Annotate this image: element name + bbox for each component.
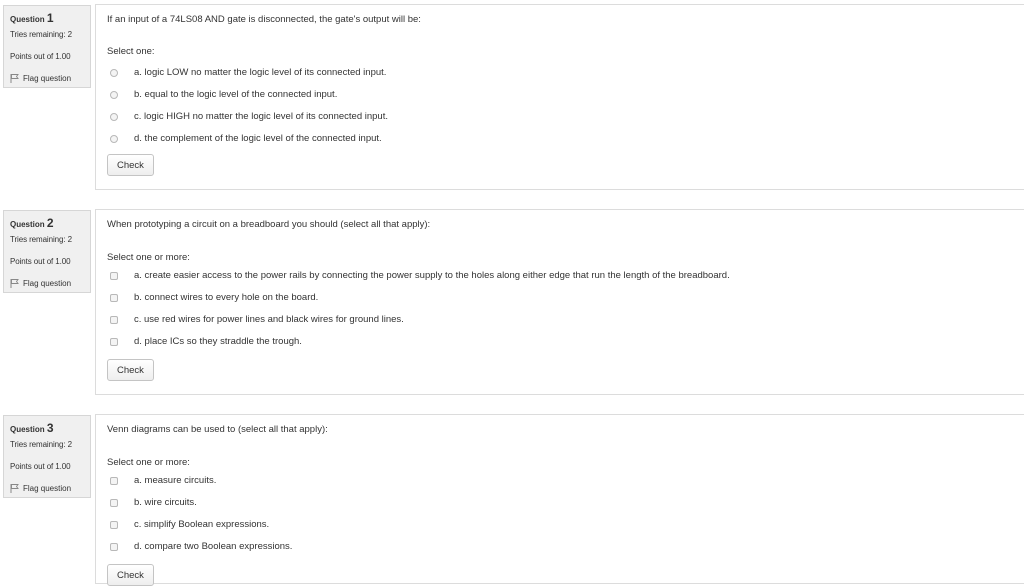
answer-prompt: Select one or more:: [107, 457, 190, 468]
question-text: When prototyping a circuit on a breadboa…: [107, 219, 431, 230]
checkbox[interactable]: [110, 520, 118, 529]
answer-label: a. create easier access to the power rai…: [134, 270, 730, 281]
answer-prompt: Select one or more:: [107, 252, 190, 263]
question-info-1: Question 1 Tries remaining: 2 Points out…: [3, 5, 91, 88]
question-number: Question 2: [10, 216, 54, 230]
answer-option-c[interactable]: c. logic HIGH no matter the logic level …: [110, 111, 388, 122]
answer-label: d. place ICs so they straddle the trough…: [134, 336, 302, 347]
answer-option-b[interactable]: b. wire circuits.: [110, 497, 197, 508]
answer-label: c. simplify Boolean expressions.: [134, 519, 270, 530]
flag-question-label: Flag question: [23, 279, 72, 288]
answer-option-d[interactable]: d. compare two Boolean expressions.: [110, 541, 292, 552]
question-number: Question 3: [10, 421, 54, 435]
check-button[interactable]: Check: [107, 564, 154, 586]
checkbox[interactable]: [110, 271, 118, 280]
answer-label: d. compare two Boolean expressions.: [134, 541, 293, 552]
answer-label: d. the complement of the logic level of …: [134, 133, 382, 144]
answer-label: c. logic HIGH no matter the logic level …: [134, 111, 388, 122]
flag-icon: [10, 484, 19, 493]
question-info-2: Question 2 Tries remaining: 2 Points out…: [3, 210, 91, 293]
check-button[interactable]: Check: [107, 154, 154, 176]
answer-option-d[interactable]: d. place ICs so they straddle the trough…: [110, 336, 302, 347]
answer-label: a. logic LOW no matter the logic level o…: [134, 67, 387, 78]
answer-label: a. measure circuits.: [134, 475, 217, 486]
question-content-2: When prototyping a circuit on a breadboa…: [95, 209, 1024, 395]
points-out-of: Points out of 1.00: [10, 52, 71, 61]
question-text: Venn diagrams can be used to (select all…: [107, 424, 328, 435]
flag-question-label: Flag question: [23, 74, 72, 83]
answer-option-d[interactable]: d. the complement of the logic level of …: [110, 133, 382, 144]
answer-label: c. use red wires for power lines and bla…: [134, 314, 404, 325]
question-info-3: Question 3 Tries remaining: 2 Points out…: [3, 415, 91, 498]
tries-remaining: Tries remaining: 2: [10, 30, 72, 39]
answer-label: b. connect wires to every hole on the bo…: [134, 292, 319, 303]
check-button[interactable]: Check: [107, 359, 154, 381]
answer-option-c[interactable]: c. simplify Boolean expressions.: [110, 519, 269, 530]
radio-button[interactable]: [110, 90, 118, 99]
points-out-of: Points out of 1.00: [10, 257, 71, 266]
checkbox[interactable]: [110, 293, 118, 302]
flag-question-button[interactable]: Flag question: [10, 279, 90, 288]
flag-icon: [10, 279, 19, 288]
answer-option-b[interactable]: b. equal to the logic level of the conne…: [110, 89, 337, 100]
flag-question-button[interactable]: Flag question: [10, 74, 90, 83]
answer-option-b[interactable]: b. connect wires to every hole on the bo…: [110, 292, 318, 303]
points-out-of: Points out of 1.00: [10, 462, 71, 471]
tries-remaining: Tries remaining: 2: [10, 235, 72, 244]
checkbox[interactable]: [110, 498, 118, 507]
checkbox[interactable]: [110, 315, 118, 324]
radio-button[interactable]: [110, 134, 118, 143]
flag-question-button[interactable]: Flag question: [10, 484, 90, 493]
radio-button[interactable]: [110, 112, 118, 121]
question-content-1: If an input of a 74LS08 AND gate is disc…: [95, 4, 1024, 190]
question-text: If an input of a 74LS08 AND gate is disc…: [107, 14, 421, 25]
tries-remaining: Tries remaining: 2: [10, 440, 72, 449]
question-number: Question 1: [10, 11, 54, 25]
flag-question-label: Flag question: [23, 484, 72, 493]
answer-label: b. equal to the logic level of the conne…: [134, 89, 338, 100]
answer-option-a[interactable]: a. logic LOW no matter the logic level o…: [110, 67, 386, 78]
answer-option-c[interactable]: c. use red wires for power lines and bla…: [110, 314, 404, 325]
answer-prompt: Select one:: [107, 46, 155, 57]
flag-icon: [10, 74, 19, 83]
checkbox[interactable]: [110, 476, 118, 485]
answer-option-a[interactable]: a. create easier access to the power rai…: [110, 270, 730, 281]
radio-button[interactable]: [110, 68, 118, 77]
answer-label: b. wire circuits.: [134, 497, 197, 508]
checkbox[interactable]: [110, 542, 118, 551]
question-content-3: Venn diagrams can be used to (select all…: [95, 414, 1024, 586]
answer-option-a[interactable]: a. measure circuits.: [110, 475, 216, 486]
checkbox[interactable]: [110, 337, 118, 346]
